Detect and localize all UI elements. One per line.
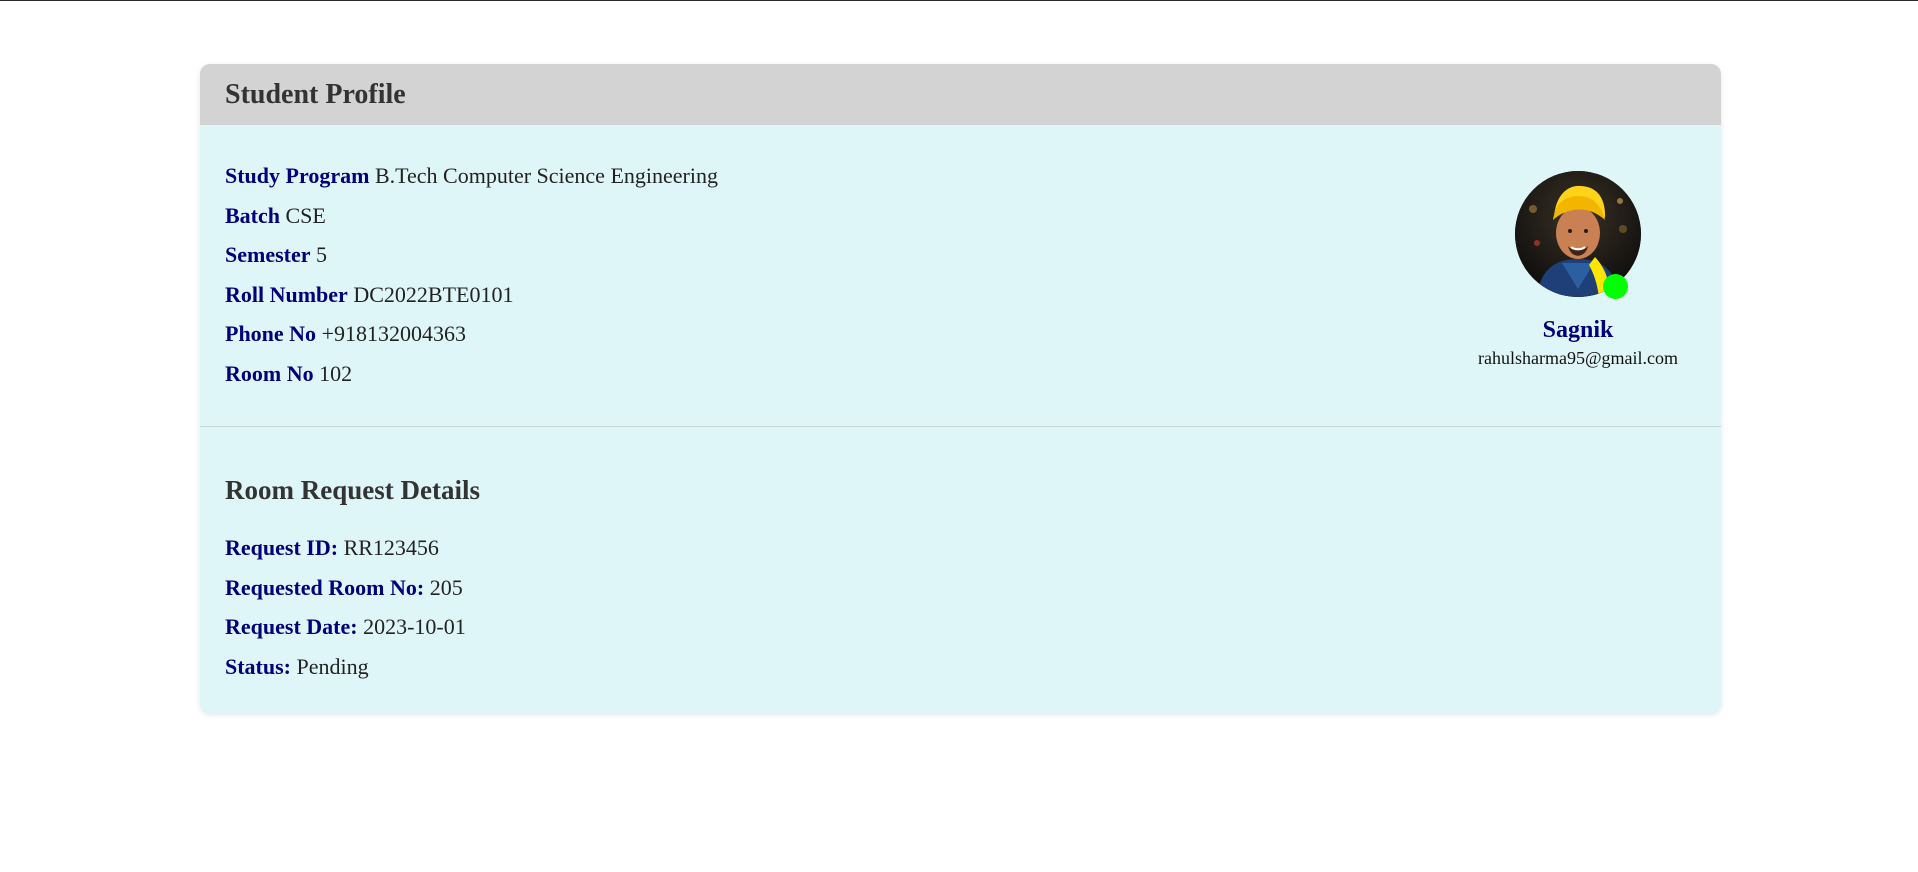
field-label: Semester — [225, 242, 311, 267]
semester-row: Semester 5 — [225, 235, 718, 275]
study-program-row: Study Program B.Tech Computer Science En… — [225, 156, 718, 196]
field-value: 5 — [316, 242, 328, 267]
room-request-title: Room Request Details — [225, 475, 480, 505]
field-label: Room No — [225, 360, 314, 386]
field-label: Study Program — [225, 163, 370, 188]
phone-row: Phone No +918132004363 — [225, 314, 718, 354]
field-value: CSE — [285, 202, 326, 228]
profile-email: rahulsharma95@gmail.com — [1477, 348, 1679, 368]
batch-row: Batch CSE — [225, 196, 718, 236]
request-status-row: Status: Pending — [225, 647, 466, 687]
profile-name: Sagnik — [1542, 317, 1614, 343]
card-header: Student Profile — [200, 64, 1721, 125]
student-profile-card: Student Profile Study Program B.Tech Com… — [200, 64, 1721, 713]
field-label: Phone No — [225, 321, 317, 346]
status-value: Pending — [296, 653, 369, 679]
field-value: +918132004363 — [321, 321, 466, 346]
field-label: Requested Room No: — [225, 574, 425, 600]
field-label: Request ID: — [225, 535, 339, 560]
room-row: Room No 102 — [225, 354, 718, 394]
field-value: 2023-10-01 — [363, 614, 466, 639]
avatar[interactable] — [1515, 171, 1641, 299]
requested-room-row: Requested Room No: 205 — [225, 568, 466, 608]
roll-number-row: Roll Number DC2022BTE0101 — [225, 275, 718, 315]
profile-summary: Sagnik rahulsharma95@gmail.com — [1460, 171, 1696, 371]
field-value: 205 — [429, 574, 463, 600]
field-value: B.Tech Computer Science Engineering — [374, 163, 718, 188]
request-date-row: Request Date: 2023-10-01 — [225, 607, 466, 647]
top-border-line — [0, 0, 1918, 1]
online-status-icon — [1603, 274, 1628, 299]
request-id-row: Request ID: RR123456 — [225, 528, 466, 568]
field-value: 102 — [319, 360, 353, 386]
profile-info-list: Study Program B.Tech Computer Science En… — [225, 156, 718, 393]
field-value: DC2022BTE0101 — [353, 281, 514, 307]
field-value: RR123456 — [343, 535, 439, 560]
page-title: Student Profile — [225, 78, 406, 110]
field-label: Request Date: — [225, 614, 358, 639]
field-label: Roll Number — [225, 281, 348, 307]
field-label: Batch — [225, 202, 280, 228]
profile-section: Study Program B.Tech Computer Science En… — [200, 125, 1721, 427]
field-label: Status: — [225, 653, 292, 679]
room-request-list: Request ID: RR123456 Requested Room No: … — [225, 528, 466, 686]
